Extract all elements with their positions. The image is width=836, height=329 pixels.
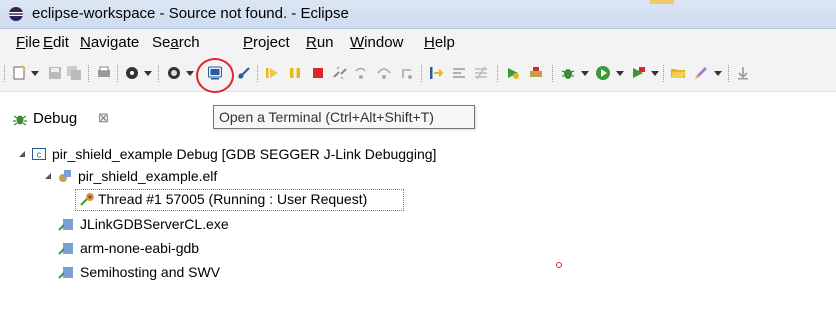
external-tools-dropdown-icon[interactable] — [651, 71, 659, 76]
thread-label: Thread #1 57005 (Running : User Request) — [98, 191, 368, 207]
connect-icon[interactable] — [528, 65, 544, 81]
toolbar — [0, 55, 836, 92]
step-into-icon[interactable] — [353, 65, 369, 81]
menu-search[interactable]: Search — [152, 34, 200, 51]
tree-item-process[interactable]: JLinkGDBServerCL.exe — [58, 214, 258, 236]
toolbar-separator — [117, 65, 119, 82]
launch-label: pir_shield_example Debug [GDB SEGGER J-L… — [52, 146, 437, 162]
save-icon[interactable] — [47, 65, 63, 81]
expanded-twisty-icon[interactable] — [44, 172, 52, 180]
pen-icon[interactable] — [693, 65, 709, 81]
stray-dot — [556, 262, 562, 268]
skip-breakpoints-icon[interactable] — [236, 65, 252, 81]
toolbar-separator — [728, 65, 730, 82]
external-toggle-icon[interactable] — [166, 65, 182, 81]
eclipse-logo-icon — [9, 7, 23, 21]
toolbar-separator — [421, 65, 423, 82]
toolbar-separator — [4, 65, 6, 82]
new-dropdown-icon[interactable] — [31, 71, 39, 76]
toolbar-separator — [663, 65, 665, 82]
toolbar-separator — [88, 65, 90, 82]
menu-help[interactable]: Help — [424, 34, 455, 51]
terminate-icon[interactable] — [310, 65, 326, 81]
debug-tab-label: Debug — [33, 110, 78, 127]
toolbar-separator — [257, 65, 259, 82]
launch-config-icon: c — [32, 148, 46, 160]
debug-bug-icon — [13, 115, 27, 126]
tree-item-process[interactable]: Semihosting and SWV — [58, 262, 278, 284]
suspend-icon[interactable] — [287, 65, 303, 81]
menu-run[interactable]: Run — [306, 34, 334, 51]
save-all-icon[interactable] — [66, 65, 82, 81]
resume-icon[interactable] — [264, 65, 280, 81]
taskbar-strip — [650, 0, 674, 4]
debug-target-icon — [59, 170, 71, 182]
debug-view-tab[interactable]: Debug ⊠ — [0, 106, 210, 132]
tree-item-process[interactable]: arm-none-eabi-gdb — [58, 238, 258, 260]
process-icon — [58, 243, 73, 255]
external-dropdown-icon[interactable] — [186, 71, 194, 76]
svg-text:c: c — [37, 150, 42, 160]
title-bar: eclipse-workspace - Source not found. - … — [0, 0, 836, 29]
pen-dropdown-icon[interactable] — [714, 71, 722, 76]
toolbar-separator — [497, 65, 499, 82]
window-title: eclipse-workspace - Source not found. - … — [32, 5, 349, 22]
step-return-icon[interactable] — [399, 65, 415, 81]
debug-dropdown-icon[interactable] — [581, 71, 589, 76]
drop-to-frame-icon[interactable] — [451, 65, 467, 81]
use-step-filters-icon[interactable] — [473, 65, 489, 81]
run-icon[interactable] — [595, 65, 611, 81]
toolbar-separator — [158, 65, 160, 82]
print-icon[interactable] — [96, 65, 112, 81]
next-annotation-icon[interactable] — [735, 65, 751, 81]
tree-item-thread[interactable]: Thread #1 57005 (Running : User Request) — [80, 189, 400, 211]
process-icon — [58, 267, 73, 279]
instruction-step-icon[interactable] — [428, 65, 444, 81]
menu-project[interactable]: Project — [243, 34, 290, 51]
close-icon[interactable]: ⊠ — [98, 110, 109, 126]
process-label: arm-none-eabi-gdb — [80, 240, 200, 256]
elf-label: pir_shield_example.elf — [78, 168, 218, 184]
open-folder-icon[interactable] — [670, 65, 686, 81]
process-icon — [58, 219, 73, 231]
running-thread-icon — [80, 193, 94, 206]
new-icon[interactable] — [12, 65, 28, 81]
external-tools-icon[interactable] — [630, 65, 646, 81]
toolbar-separator — [552, 65, 554, 82]
expanded-twisty-icon[interactable] — [18, 150, 26, 158]
menu-window[interactable]: Window — [350, 34, 403, 51]
tree-item-launch[interactable]: c pir_shield_example Debug [GDB SEGGER J… — [18, 144, 578, 166]
disconnect-icon[interactable] — [332, 65, 348, 81]
step-over-icon[interactable] — [376, 65, 392, 81]
menu-edit[interactable]: Edit — [43, 34, 69, 51]
debug-config-icon[interactable] — [505, 65, 521, 81]
open-terminal-icon[interactable] — [207, 65, 223, 81]
tree-item-elf[interactable]: pir_shield_example.elf — [44, 166, 344, 188]
tooltip: Open a Terminal (Ctrl+Alt+Shift+T) — [213, 105, 475, 129]
process-label: Semihosting and SWV — [80, 264, 221, 280]
menu-bar: File Edit Navigate Search Project Run Wi… — [0, 29, 836, 55]
menu-file[interactable]: File — [16, 34, 40, 51]
bug-icon[interactable] — [560, 65, 576, 81]
process-label: JLinkGDBServerCL.exe — [80, 216, 229, 232]
menu-navigate[interactable]: Navigate — [80, 34, 139, 51]
target-dropdown-icon[interactable] — [144, 71, 152, 76]
run-dropdown-icon[interactable] — [616, 71, 624, 76]
target-icon[interactable] — [124, 65, 140, 81]
